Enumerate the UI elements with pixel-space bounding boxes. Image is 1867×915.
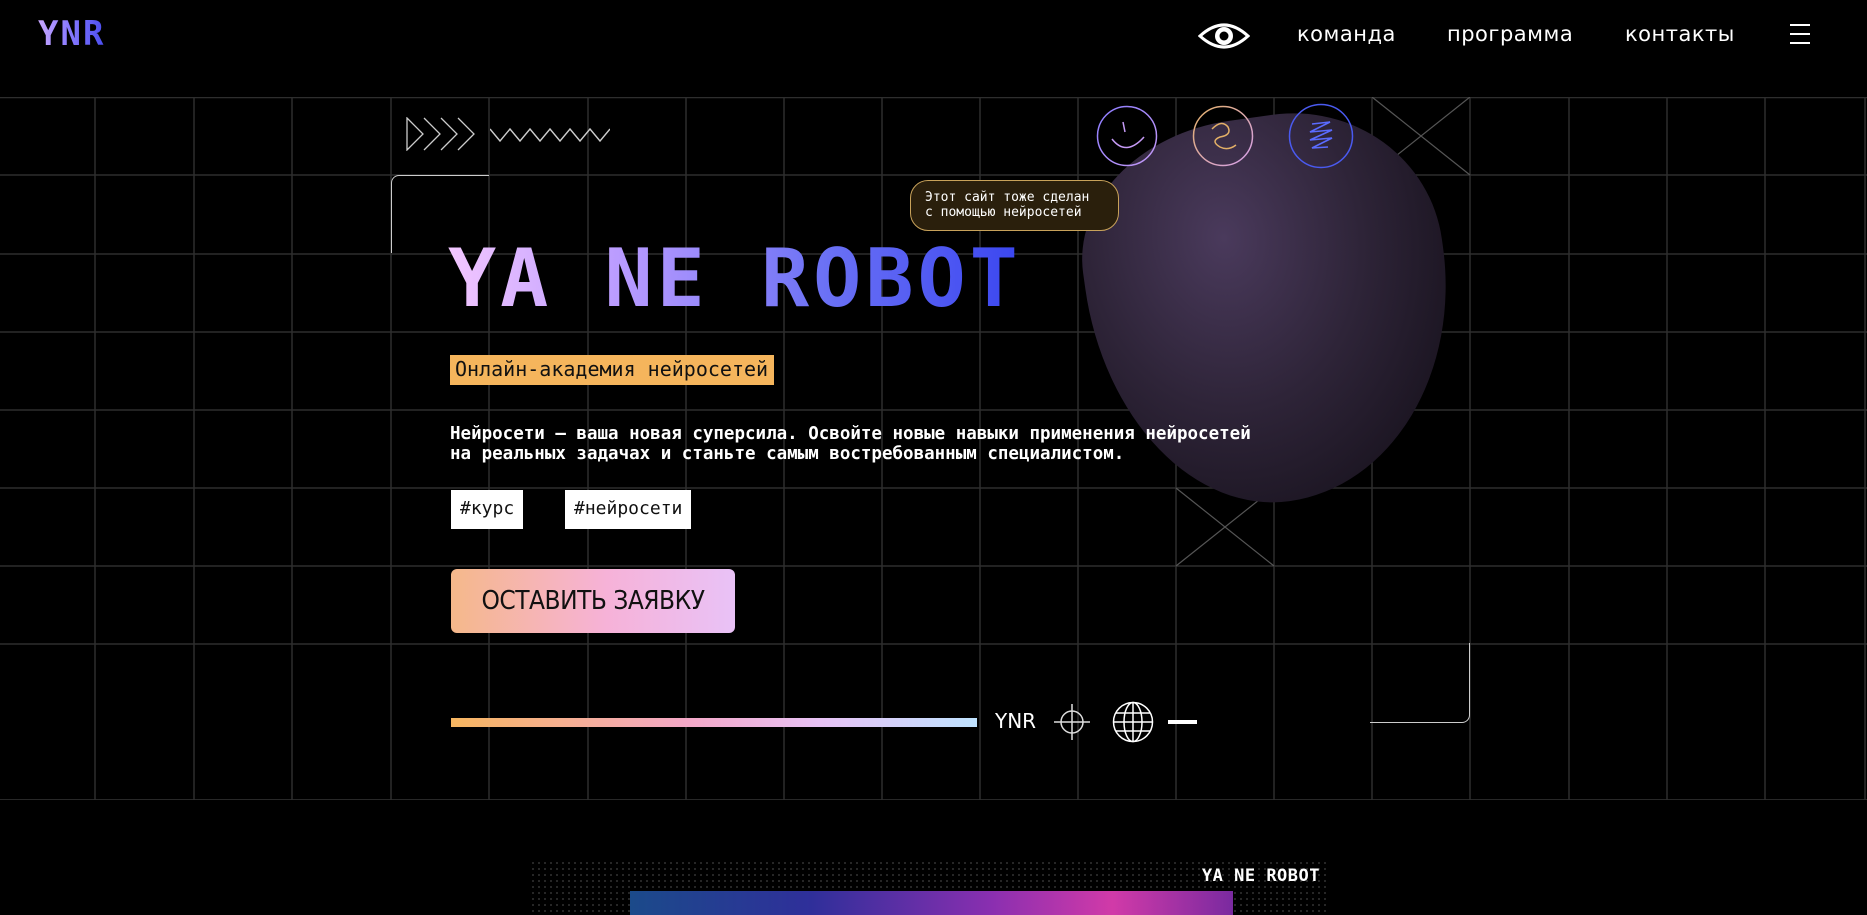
video-preview[interactable]: YA NE ROBOT	[530, 860, 1330, 915]
gradient-bar	[451, 718, 977, 727]
description-line-1: Нейросети — ваша новая суперсила. Освойт…	[450, 424, 1251, 444]
globe-icon	[1112, 701, 1154, 743]
smile-icon	[1096, 105, 1158, 167]
hero-title: YA NE ROBOT	[448, 232, 1022, 325]
footer-ynr-label: YNR	[995, 709, 1037, 733]
preview-image	[630, 891, 1233, 915]
note-line-2: с помощью нейросетей	[925, 205, 1082, 220]
frame-corner-bottom-right	[1370, 643, 1470, 723]
submit-application-button[interactable]: ОСТАВИТЬ ЗАЯВКУ	[451, 569, 735, 633]
menu-icon[interactable]	[1790, 24, 1810, 46]
ai-made-note: Этот сайт тоже сделан с помощью нейросет…	[910, 180, 1119, 231]
hero-description: Нейросети — ваша новая суперсила. Освойт…	[450, 424, 1251, 464]
note-line-1: Этот сайт тоже сделан	[925, 190, 1090, 205]
nav-link-contacts[interactable]: контакты	[1625, 22, 1735, 46]
tag-neural-networks[interactable]: #нейросети	[565, 490, 692, 529]
nav-link-team[interactable]: команда	[1297, 22, 1396, 46]
tag-course[interactable]: #курс	[451, 490, 524, 529]
dash-decoration	[1168, 720, 1197, 724]
hero-subtitle: Онлайн-академия нейросетей	[450, 355, 775, 385]
scribble-icon	[1288, 103, 1354, 169]
logo[interactable]: YNR	[38, 14, 105, 54]
crosshair-icon	[1054, 704, 1090, 740]
zigzag-decoration	[490, 127, 610, 143]
nav-link-program[interactable]: программа	[1447, 22, 1573, 46]
squiggle-icon	[1192, 105, 1254, 167]
description-line-2: на реальных задачах и станьте самым вост…	[450, 444, 1125, 464]
arrows-decoration	[406, 117, 475, 151]
site-header: YNR команда программа контакты	[0, 0, 1867, 72]
preview-title: YA NE ROBOT	[1201, 866, 1320, 886]
eye-icon[interactable]	[1198, 20, 1250, 52]
hero-section: Этот сайт тоже сделан с помощью нейросет…	[0, 97, 1867, 800]
